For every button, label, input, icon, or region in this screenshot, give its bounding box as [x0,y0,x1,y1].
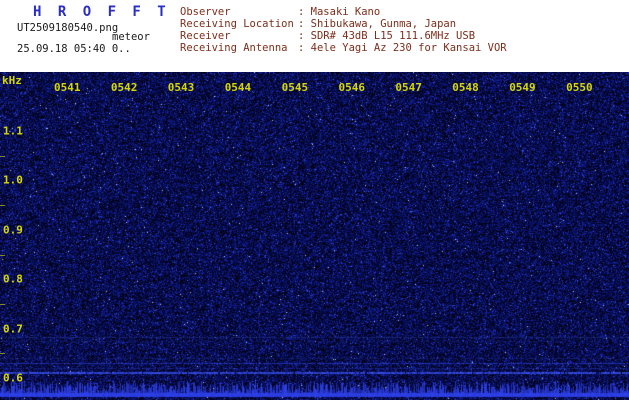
freq-axis-minor-tick [0,156,5,157]
app-title: H R O F F T [33,4,170,20]
time-axis-label: 0550 [566,81,593,94]
metadata-block: Observer: Masaki KanoReceiving Location:… [180,6,507,54]
time-axis-label: 0541 [54,81,81,94]
freq-axis-unit: kHz [2,74,22,87]
time-axis-label: 0546 [339,81,366,94]
freq-axis-label: 0.6 [3,372,23,385]
metadata-colon: : [298,42,311,54]
metadata-row: Receiving Antenna: 4ele Yagi Az 230 for … [180,42,507,54]
metadata-label: Observer [180,6,298,18]
header-bar: H R O F F T UT2509180540.png meteor 25.0… [0,0,629,72]
time-axis-label: 0542 [111,81,138,94]
freq-axis-minor-tick [0,255,5,256]
spectrogram-canvas [0,72,629,400]
metadata-row: Observer: Masaki Kano [180,6,507,18]
metadata-row: Receiver: SDR# 43dB L15 111.6MHz USB [180,30,507,42]
time-axis-label: 0543 [168,81,195,94]
freq-axis-label: 0.8 [3,273,23,286]
metadata-value: SDR# 43dB L15 111.6MHz USB [311,30,475,42]
metadata-row: Receiving Location: Shibukawa, Gunma, Ja… [180,18,507,30]
freq-axis-minor-tick [0,353,5,354]
metadata-label: Receiving Location [180,18,298,30]
metadata-value: 4ele Yagi Az 230 for Kansai VOR [311,42,507,54]
freq-axis-label: 1.0 [3,174,23,187]
time-axis-label: 0547 [395,81,422,94]
output-filename: UT2509180540.png [17,22,118,34]
time-axis-label: 0548 [452,81,479,94]
observation-tag: meteor [112,31,150,43]
time-axis-label: 0544 [225,81,252,94]
freq-axis-minor-tick [0,205,5,206]
metadata-value: Masaki Kano [311,6,381,18]
metadata-colon: : [298,18,311,30]
metadata-value: Shibukawa, Gunma, Japan [311,18,456,30]
freq-axis-label: 1.1 [3,125,23,138]
hrofft-output: kHz H R O F F T UT2509180540.png meteor … [0,0,629,400]
time-axis-label: 0549 [509,81,536,94]
freq-axis-label: 0.7 [3,322,23,335]
metadata-label: Receiver [180,30,298,42]
time-axis-label: 0545 [282,81,309,94]
metadata-colon: : [298,6,311,18]
metadata-colon: : [298,30,311,42]
date-time-label: 25.09.18 05:40 0.. [17,43,131,55]
freq-axis-label: 0.9 [3,223,23,236]
metadata-label: Receiving Antenna [180,42,298,54]
freq-axis-minor-tick [0,304,5,305]
